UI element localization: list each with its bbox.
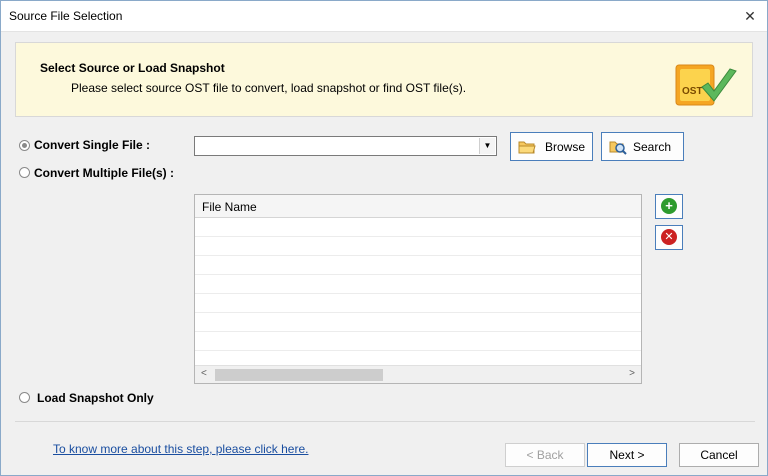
search-button[interactable]: Search <box>601 132 684 161</box>
search-icon <box>609 141 627 155</box>
cancel-button[interactable]: Cancel <box>679 443 759 467</box>
remove-icon: ✕ <box>661 229 677 245</box>
source-file-selection-dialog: Source File Selection ✕ Select Source or… <box>0 0 768 476</box>
source-file-combo[interactable]: ▼ <box>194 136 497 156</box>
convert-multiple-label: Convert Multiple File(s) : <box>34 166 175 180</box>
close-icon[interactable]: ✕ <box>741 7 759 25</box>
horizontal-scrollbar[interactable]: < > <box>195 365 641 383</box>
browse-label: Browse <box>545 140 586 154</box>
load-snapshot-label: Load Snapshot Only <box>37 391 154 405</box>
table-row <box>195 256 641 275</box>
back-button[interactable]: < Back <box>505 443 585 467</box>
scroll-left-icon[interactable]: < <box>201 368 207 379</box>
table-row <box>195 332 641 351</box>
scrollbar-thumb[interactable] <box>215 369 383 381</box>
table-row <box>195 313 641 332</box>
title-bar: Source File Selection ✕ <box>1 1 767 32</box>
folder-icon <box>518 141 536 154</box>
logo-text: OST <box>682 86 703 97</box>
next-button[interactable]: Next > <box>587 443 667 467</box>
window-title: Source File Selection <box>9 9 123 23</box>
table-row <box>195 275 641 294</box>
file-name-column-header: File Name <box>202 200 257 214</box>
file-list-grid[interactable]: File Name < > <box>194 194 642 384</box>
header-subtitle: Please select source OST file to convert… <box>71 81 467 95</box>
chevron-down-icon[interactable]: ▼ <box>479 138 495 154</box>
convert-multiple-radio[interactable] <box>19 167 30 178</box>
file-list-header: File Name <box>195 195 641 218</box>
load-snapshot-radio[interactable] <box>19 392 30 403</box>
browse-button[interactable]: Browse <box>510 132 593 161</box>
search-label: Search <box>633 140 672 154</box>
table-row <box>195 294 641 313</box>
table-row <box>195 237 641 256</box>
remove-file-button[interactable]: ✕ <box>655 225 683 250</box>
footer-divider <box>15 421 755 422</box>
plus-icon: + <box>661 198 677 214</box>
table-row <box>195 218 641 237</box>
convert-single-radio[interactable] <box>19 140 30 151</box>
scroll-right-icon[interactable]: > <box>629 368 635 379</box>
help-link[interactable]: To know more about this step, please cli… <box>53 442 308 456</box>
convert-single-label: Convert Single File : <box>34 138 151 152</box>
header-title: Select Source or Load Snapshot <box>40 61 225 75</box>
ost-logo-icon: OST <box>675 64 737 106</box>
add-file-button[interactable]: + <box>655 194 683 219</box>
header-banner: Select Source or Load Snapshot Please se… <box>15 42 753 117</box>
